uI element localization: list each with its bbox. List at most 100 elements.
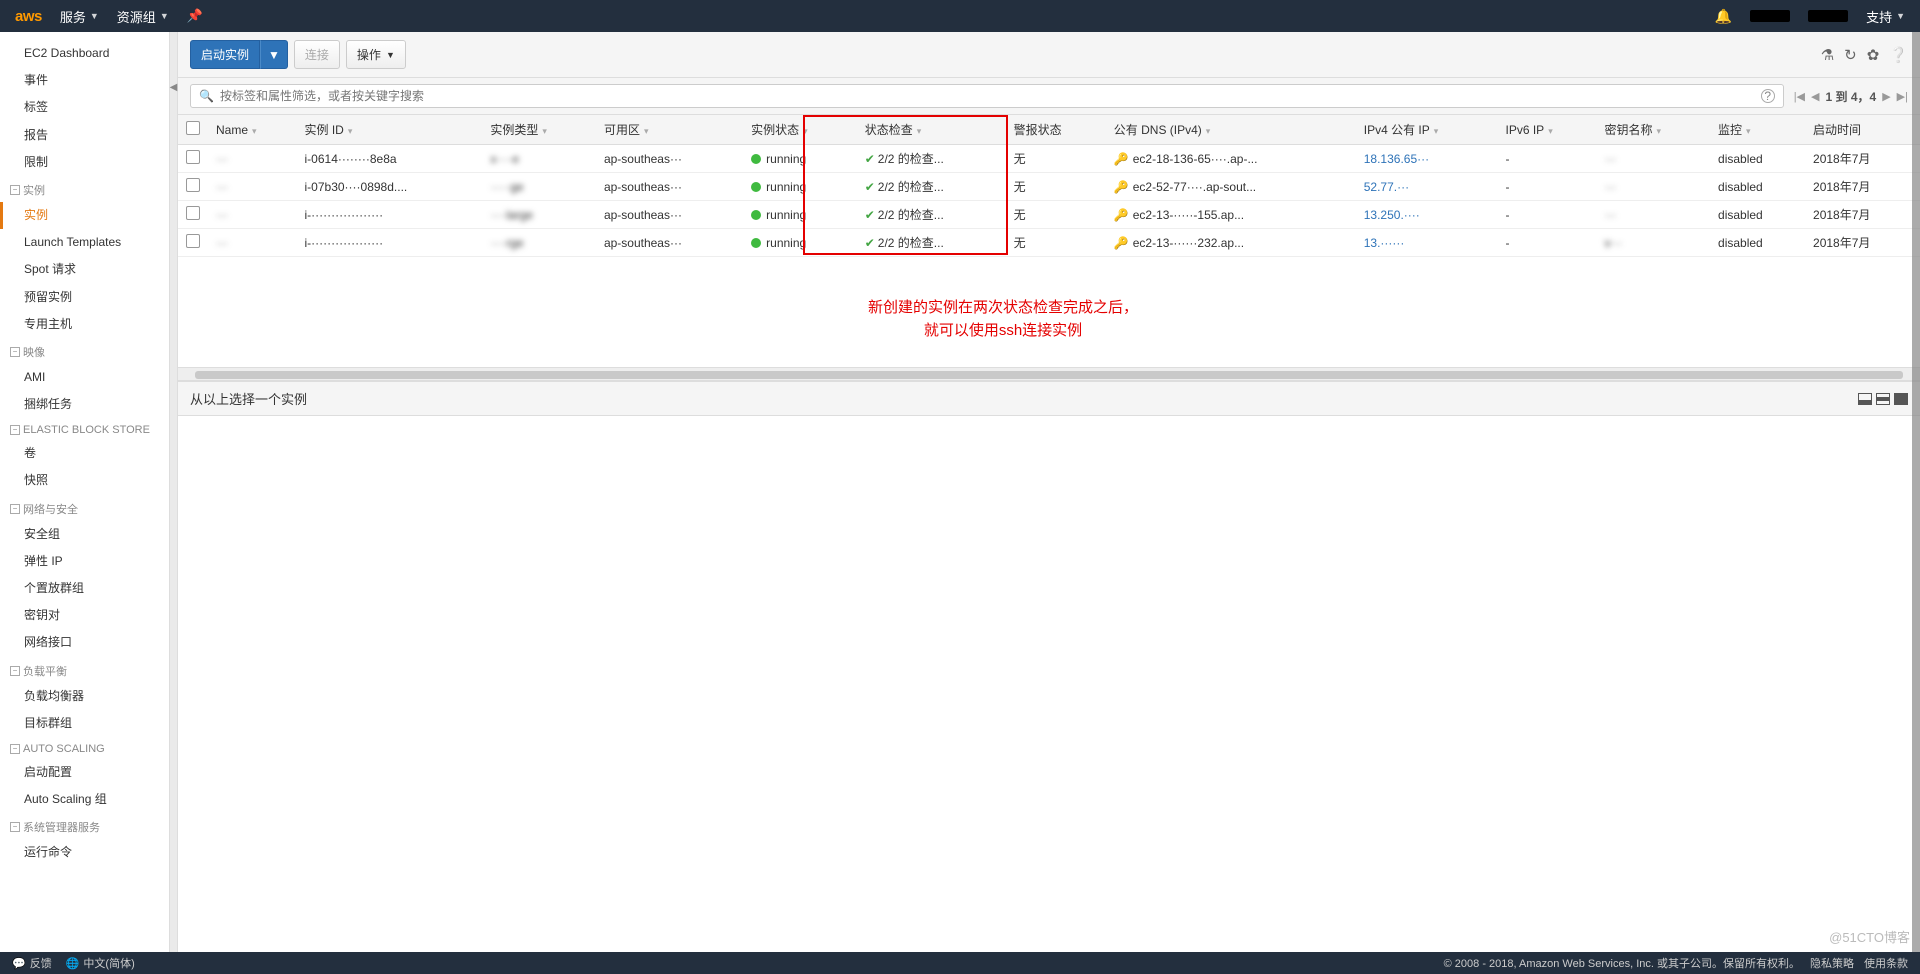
sidebar-item-placement[interactable]: 个置放群组 (0, 575, 169, 602)
toolbar-left: 启动实例 ▼ 连接 操作 ▼ (190, 40, 406, 69)
cell-launch: 2018年7月 (1805, 229, 1920, 257)
layout-split-icon[interactable] (1876, 393, 1890, 405)
bell-icon[interactable]: 🔔 (1715, 8, 1732, 25)
nav-services[interactable]: 服务▼ (60, 7, 99, 26)
pager-prev-icon[interactable]: ◀ (1811, 90, 1819, 103)
col-alarm[interactable]: 警报状态 (1006, 115, 1106, 145)
sidebar-item-eip[interactable]: 弹性 IP (0, 548, 169, 575)
sidebar-group-as[interactable]: −AUTO SCALING (0, 737, 169, 759)
row-checkbox[interactable] (186, 234, 200, 248)
sidebar-item-asg[interactable]: Auto Scaling 组 (0, 786, 169, 813)
sidebar-item-events[interactable]: 事件 (0, 67, 169, 94)
select-all-checkbox[interactable] (186, 121, 200, 135)
table-row[interactable]: ··· i-07b30····0898d.... ·····ge ap-sout… (178, 173, 1920, 201)
sidebar-group-ebs[interactable]: −ELASTIC BLOCK STORE (0, 418, 169, 440)
cell-instance-id: i-·················· (297, 229, 483, 257)
col-state[interactable]: 实例状态▾ (743, 115, 857, 145)
sidebar-item-tags[interactable]: 标签 (0, 94, 169, 121)
sidebar-item-snapshots[interactable]: 快照 (0, 467, 169, 494)
search-help-icon[interactable]: ? (1761, 89, 1775, 103)
sidebar-item-instances[interactable]: 实例 (0, 202, 169, 229)
aws-logo[interactable]: aws (15, 8, 42, 25)
top-nav: aws 服务▼ 资源组▼ 📌 🔔 支持▼ (0, 0, 1920, 32)
sidebar-group-instances[interactable]: −实例 (0, 176, 169, 202)
col-monitor[interactable]: 监控▾ (1710, 115, 1805, 145)
sidebar-group-ssm[interactable]: −系统管理器服务 (0, 813, 169, 839)
help-icon[interactable]: ❔ (1889, 46, 1908, 64)
row-checkbox[interactable] (186, 178, 200, 192)
sidebar-item-limits[interactable]: 限制 (0, 149, 169, 176)
col-status-check[interactable]: 状态检查▾ (857, 115, 1006, 145)
col-launch[interactable]: 启动时间 (1805, 115, 1920, 145)
col-ipv4[interactable]: IPv4 公有 IP▾ (1356, 115, 1498, 145)
launch-instance-dropdown[interactable]: ▼ (260, 40, 288, 69)
pager-first-icon[interactable]: |◀ (1794, 90, 1805, 103)
sidebar-item-spot[interactable]: Spot 请求 (0, 256, 169, 283)
sidebar-group-images[interactable]: −映像 (0, 338, 169, 364)
table-row[interactable]: ··· i-·················· ····rge ap-sout… (178, 229, 1920, 257)
flask-icon[interactable]: ⚗ (1821, 46, 1834, 64)
status-dot-icon (751, 210, 761, 220)
sidebar-item-dashboard[interactable]: EC2 Dashboard (0, 40, 169, 67)
sidebar: EC2 Dashboard 事件 标签 报告 限制 −实例 实例 Launch … (0, 32, 170, 952)
cell-ipv4: 18.136.65··· (1356, 145, 1498, 173)
pin-icon[interactable]: 📌 (187, 8, 203, 24)
row-checkbox[interactable] (186, 150, 200, 164)
sidebar-item-ami[interactable]: AMI (0, 364, 169, 391)
terms-link[interactable]: 使用条款 (1864, 955, 1908, 971)
gear-icon[interactable]: ✿ (1867, 46, 1880, 64)
launch-instance-button[interactable]: 启动实例 (190, 40, 260, 69)
col-keyname[interactable]: 密钥名称▾ (1596, 115, 1710, 145)
layout-full-icon[interactable] (1894, 393, 1908, 405)
collapse-icon: − (10, 822, 20, 832)
col-instance-id[interactable]: 实例 ID▾ (297, 115, 483, 145)
table-row[interactable]: ··· i-0614········8e8a x····e ap-southea… (178, 145, 1920, 173)
sidebar-group-elb[interactable]: −负载平衡 (0, 657, 169, 683)
search-input[interactable] (220, 89, 1755, 103)
cell-monitor: disabled (1710, 173, 1805, 201)
col-dns[interactable]: 公有 DNS (IPv4)▾ (1106, 115, 1356, 145)
pager-last-icon[interactable]: ▶| (1897, 90, 1908, 103)
col-type[interactable]: 实例类型▾ (482, 115, 596, 145)
sidebar-item-run-command[interactable]: 运行命令 (0, 839, 169, 866)
row-checkbox[interactable] (186, 206, 200, 220)
cell-monitor: disabled (1710, 229, 1805, 257)
feedback-link[interactable]: 💬反馈 (12, 955, 52, 971)
check-icon: ✔ (865, 180, 875, 194)
language-selector[interactable]: 🌐中文(简体) (66, 955, 135, 971)
horizontal-scrollbar[interactable] (178, 367, 1920, 381)
col-name[interactable]: Name▾ (208, 115, 297, 145)
sidebar-group-network[interactable]: −网络与安全 (0, 495, 169, 521)
table-row[interactable]: ··· i-·················· ····large ap-so… (178, 201, 1920, 229)
sidebar-item-lc[interactable]: 启动配置 (0, 759, 169, 786)
sidebar-item-bundle[interactable]: 捆绑任务 (0, 391, 169, 418)
layout-bottom-icon[interactable] (1858, 393, 1872, 405)
actions-button[interactable]: 操作 ▼ (346, 40, 406, 69)
pager-next-icon[interactable]: ▶ (1882, 90, 1890, 103)
cell-launch: 2018年7月 (1805, 201, 1920, 229)
sidebar-item-eni[interactable]: 网络接口 (0, 629, 169, 656)
sidebar-item-reserved[interactable]: 预留实例 (0, 284, 169, 311)
sidebar-item-keypair[interactable]: 密钥对 (0, 602, 169, 629)
nav-resource-groups[interactable]: 资源组▼ (117, 7, 169, 26)
sidebar-item-dedicated[interactable]: 专用主机 (0, 311, 169, 338)
account-redacted[interactable] (1750, 10, 1790, 22)
sidebar-item-reports[interactable]: 报告 (0, 122, 169, 149)
connect-button[interactable]: 连接 (294, 40, 340, 69)
region-redacted[interactable] (1808, 10, 1848, 22)
refresh-icon[interactable]: ↻ (1844, 46, 1857, 64)
sidebar-item-volumes[interactable]: 卷 (0, 440, 169, 467)
nav-support[interactable]: 支持▼ (1866, 7, 1905, 26)
sidebar-collapse-handle[interactable]: ◀ (170, 32, 178, 952)
chat-icon: 💬 (12, 957, 26, 970)
col-ipv6[interactable]: IPv6 IP▾ (1498, 115, 1597, 145)
vertical-scrollbar[interactable] (1912, 32, 1920, 952)
sidebar-item-launch-templates[interactable]: Launch Templates (0, 229, 169, 256)
sidebar-item-lb[interactable]: 负载均衡器 (0, 683, 169, 710)
search-box[interactable]: 🔍 ? (190, 84, 1784, 108)
col-az[interactable]: 可用区▾ (596, 115, 743, 145)
sidebar-item-tg[interactable]: 目标群组 (0, 710, 169, 737)
sidebar-item-sg[interactable]: 安全组 (0, 521, 169, 548)
privacy-link[interactable]: 隐私策略 (1810, 955, 1854, 971)
cell-instance-id: i-07b30····0898d.... (297, 173, 483, 201)
